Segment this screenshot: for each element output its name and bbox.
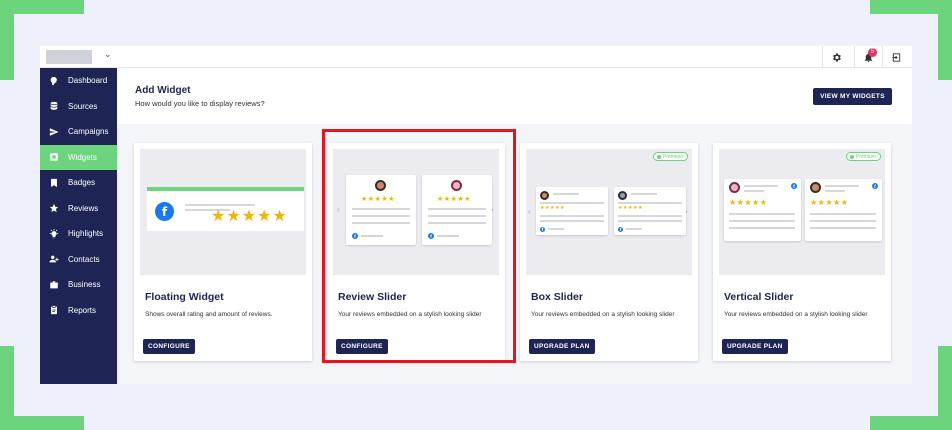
widget-card-box-slider[interactable]: Premium ‹ › ★★★★★ f ★★★★★ f Box Slider Y…	[520, 143, 698, 361]
sidebar: Dashboard Sources Campaigns Widgets Badg…	[40, 68, 117, 384]
facebook-icon: f	[155, 202, 174, 221]
corner-decoration	[0, 0, 14, 80]
facebook-icon: f	[791, 183, 797, 189]
card-description: Your reviews embedded on a stylish looki…	[724, 311, 868, 318]
sidebar-item-reviews[interactable]: Reviews	[40, 196, 117, 222]
sidebar-item-widgets[interactable]: Widgets	[40, 144, 117, 170]
vertical-slider-preview: Premium f ★★★★★ f ★★★★★	[719, 149, 885, 275]
view-my-widgets-button[interactable]: VIEW MY WIDGETS	[813, 88, 892, 105]
widget-card-floating[interactable]: f ★★★★★ Floating Widget Shows overall ra…	[134, 143, 312, 361]
sidebar-item-label: Reports	[68, 305, 97, 315]
clipboard-icon	[48, 305, 59, 316]
upgrade-plan-button[interactable]: UPGRADE PLAN	[722, 339, 788, 354]
corner-decoration	[938, 0, 952, 80]
facebook-icon: f	[618, 227, 623, 232]
sidebar-item-label: Widgets	[68, 152, 97, 162]
workspace-selector[interactable]	[46, 50, 92, 64]
sidebar-item-business[interactable]: Business	[40, 272, 117, 298]
notifications-button[interactable]: 5	[854, 46, 882, 68]
sidebar-item-campaigns[interactable]: Campaigns	[40, 119, 117, 145]
notification-count-badge: 5	[868, 48, 877, 57]
premium-badge: Premium	[652, 152, 688, 161]
page-title: Add Widget	[135, 85, 191, 96]
facebook-icon: f	[872, 183, 878, 189]
card-title: Floating Widget	[145, 291, 224, 303]
configure-button[interactable]: CONFIGURE	[143, 339, 195, 354]
corner-decoration	[0, 346, 14, 430]
upgrade-plan-button[interactable]: UPGRADE PLAN	[529, 339, 595, 354]
sidebar-item-contacts[interactable]: Contacts	[40, 247, 117, 273]
sidebar-item-label: Badges	[68, 178, 96, 188]
sidebar-item-reports[interactable]: Reports	[40, 298, 117, 324]
sidebar-item-dashboard[interactable]: Dashboard	[40, 68, 117, 94]
widget-card-vertical-slider[interactable]: Premium f ★★★★★ f ★★★★★ Vertical Slider …	[713, 143, 891, 361]
star-icon	[48, 203, 59, 214]
sidebar-item-label: Campaigns	[68, 127, 109, 137]
database-icon	[48, 101, 59, 112]
sidebar-item-label: Contacts	[68, 254, 100, 264]
page-header: Add Widget How would you like to display…	[117, 68, 912, 124]
top-bar: ⌄ 5	[40, 46, 912, 68]
sidebar-item-sources[interactable]: Sources	[40, 94, 117, 120]
card-title: Box Slider	[531, 291, 583, 303]
send-icon	[48, 126, 59, 137]
sidebar-item-label: Reviews	[68, 203, 99, 213]
contacts-icon	[48, 254, 59, 265]
settings-button[interactable]	[822, 46, 850, 68]
logout-button[interactable]	[882, 46, 910, 68]
sidebar-item-label: Business	[68, 280, 101, 290]
sidebar-item-label: Dashboard	[68, 76, 108, 86]
card-description: Your reviews embedded on a stylish looki…	[531, 311, 675, 318]
gear-icon	[833, 52, 841, 62]
review-mini-card: f ★★★★★	[805, 179, 882, 241]
facebook-icon: f	[540, 227, 545, 232]
sidebar-item-badges[interactable]: Badges	[40, 170, 117, 196]
card-description: Shows overall rating and amount of revie…	[145, 311, 273, 318]
widget-icon	[48, 152, 59, 163]
rating-stars: ★★★★★	[211, 208, 288, 225]
review-mini-card: ★★★★★ f	[614, 187, 686, 235]
briefcase-icon	[48, 279, 59, 290]
page-subtitle: How would you like to display reviews?	[135, 99, 265, 108]
sidebar-item-highlights[interactable]: Highlights	[40, 221, 117, 247]
bookmark-icon	[48, 177, 59, 188]
floating-widget-preview: f ★★★★★	[140, 149, 306, 275]
box-slider-preview: Premium ‹ › ★★★★★ f ★★★★★ f	[526, 149, 692, 275]
review-mini-card: ★★★★★ f	[536, 187, 608, 235]
sidebar-item-label: Sources	[68, 101, 98, 111]
corner-decoration	[938, 346, 952, 430]
lightbulb-icon	[48, 228, 59, 239]
sidebar-item-label: Highlights	[68, 229, 104, 239]
card-title: Vertical Slider	[724, 291, 794, 303]
chevron-left-icon: ‹	[528, 207, 531, 216]
highlight-box	[322, 129, 516, 363]
review-mini-card: f ★★★★★	[724, 179, 801, 241]
logout-icon	[892, 52, 901, 62]
dashboard-icon	[48, 75, 59, 86]
premium-badge: Premium	[845, 152, 881, 161]
chevron-down-icon[interactable]: ⌄	[104, 49, 112, 60]
